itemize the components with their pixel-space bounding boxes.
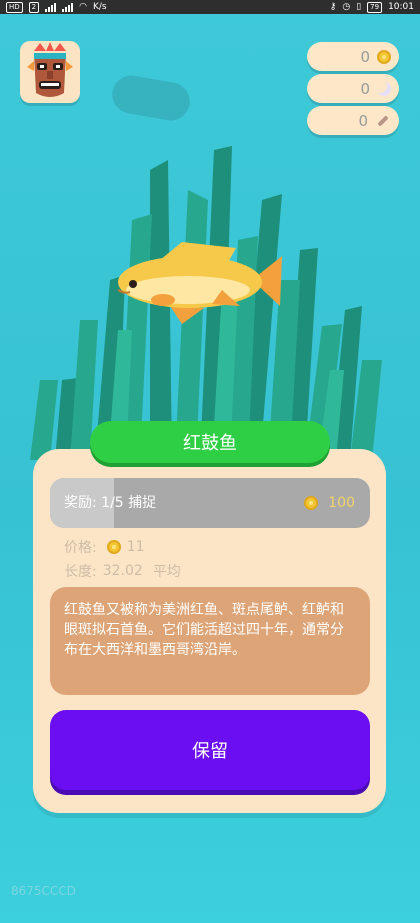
coin-icon <box>106 540 121 554</box>
watermark: 8675CCCD <box>11 884 76 898</box>
fish-description: 红鼓鱼又被称为美洲红鱼、斑点尾鲈、红鲈和眼斑拟石首鱼。它们能活超过四十年，通常分… <box>50 587 370 695</box>
clock: 10:01 <box>388 2 414 12</box>
reward-amount: 100 <box>304 478 355 528</box>
moon-icon <box>377 81 391 96</box>
length-rating: 平均 <box>152 564 181 580</box>
battery-indicator: 79 <box>367 1 383 13</box>
wifi-icon: ◠ <box>79 2 87 12</box>
alarm-icon: ◷ <box>342 2 351 12</box>
bone-count: 0 <box>358 111 368 130</box>
avatar-button[interactable] <box>20 41 80 103</box>
status-bar: HD 2 ◠ K/s ⚷ ◷ ▯ 79 10:01 <box>0 0 420 14</box>
vibrate-icon: ▯ <box>356 2 362 12</box>
moon-count: 0 <box>360 79 370 98</box>
network-speed: K/s <box>92 2 107 12</box>
cloud-shadow <box>109 72 193 124</box>
keep-button[interactable]: 保留 <box>50 710 370 790</box>
bone-icon <box>375 114 391 128</box>
key-icon: ⚷ <box>329 2 337 12</box>
coin-count: 0 <box>360 47 370 66</box>
coin-icon <box>377 49 391 64</box>
tiki-mask-icon <box>27 42 73 97</box>
sim-badge: 2 <box>28 1 40 13</box>
reward-label: 奖励: 1/5 捕捉 <box>64 495 157 511</box>
hd-badge: HD <box>6 1 23 13</box>
length-row: 长度: 32.02 平均 <box>64 561 181 581</box>
signal-icon-2 <box>62 2 74 12</box>
signal-icon <box>45 2 57 12</box>
price-row: 价格: 11 <box>64 537 145 557</box>
length-label: 长度: <box>64 564 97 580</box>
price-label: 价格: <box>64 540 97 556</box>
reward-amount-value: 100 <box>328 495 355 511</box>
fish-name-title: 红鼓鱼 <box>90 421 330 463</box>
coin-icon <box>304 496 319 510</box>
moon-counter: 0 <box>307 74 399 103</box>
coin-counter: 0 <box>307 42 399 71</box>
reward-progress-bar: 奖励: 1/5 捕捉 100 <box>50 478 370 528</box>
seaweed-scene <box>30 146 382 460</box>
length-value: 32.02 <box>102 563 143 579</box>
price-value: 11 <box>126 539 145 555</box>
